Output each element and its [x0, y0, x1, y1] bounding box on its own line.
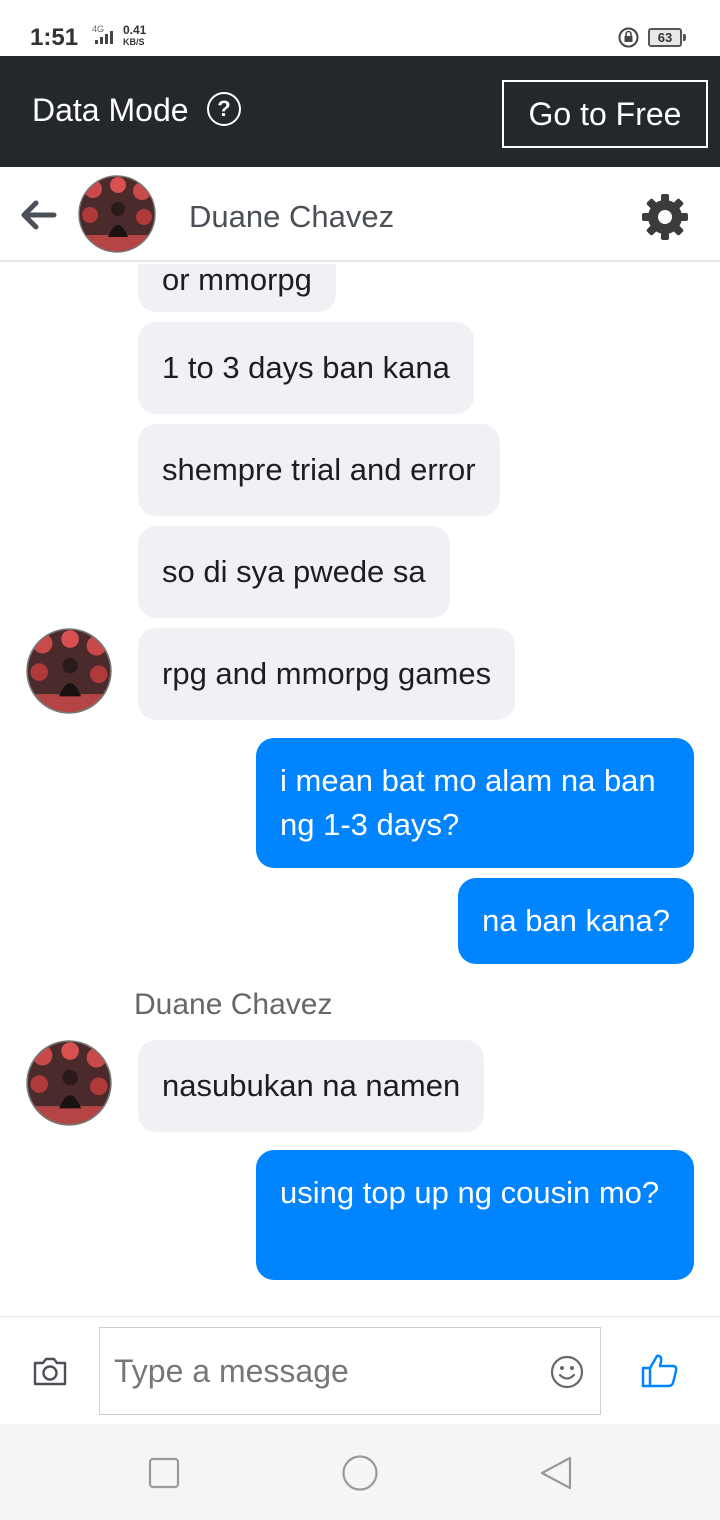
help-icon[interactable]: ?	[207, 92, 241, 126]
message-bubble-outgoing[interactable]: i mean bat mo alam na ban ng 1-3 days?	[256, 738, 694, 868]
message-bubble-incoming[interactable]: 1 to 3 days ban kana	[138, 322, 474, 414]
recent-apps-icon[interactable]	[148, 1457, 180, 1489]
composer	[0, 1316, 720, 1424]
data-mode-title: Data Mode	[32, 92, 189, 128]
back-arrow-icon[interactable]	[18, 197, 58, 233]
message-bubble-incoming[interactable]: or mmorpg	[138, 264, 336, 312]
avatar[interactable]	[26, 1040, 112, 1126]
emoji-icon[interactable]	[550, 1355, 584, 1389]
status-bar: 1:51 4G 0.41 KB/S 63	[0, 0, 720, 56]
speed-value: 0.41	[123, 23, 147, 37]
message-bubble-incoming[interactable]: shempre trial and error	[138, 424, 500, 516]
system-nav-bar	[0, 1424, 720, 1520]
back-icon[interactable]	[538, 1455, 574, 1491]
avatar[interactable]	[26, 628, 112, 714]
speed-unit: KB/S	[123, 37, 145, 47]
camera-icon[interactable]	[32, 1355, 68, 1387]
network-speed: 0.41 KB/S	[123, 24, 146, 48]
avatar[interactable]	[78, 175, 156, 253]
status-time: 1:51	[30, 24, 79, 51]
like-icon[interactable]	[640, 1353, 680, 1389]
battery-icon: 63	[648, 28, 686, 47]
sender-name: Duane Chavez	[134, 988, 333, 1021]
message-bubble-incoming[interactable]: rpg and mmorpg games	[138, 628, 516, 720]
rotation-lock-icon	[618, 27, 639, 48]
go-to-free-button[interactable]: Go to Free	[502, 80, 708, 148]
data-mode-bar: Data Mode ? Go to Free	[0, 56, 720, 167]
message-bubble-outgoing[interactable]: using top up ng cousin mo?	[256, 1150, 694, 1280]
message-bubble-incoming[interactable]: nasubukan na namen	[138, 1040, 485, 1132]
home-icon[interactable]	[341, 1454, 379, 1492]
chat-header: Duane Chavez	[0, 167, 720, 262]
contact-name[interactable]: Duane Chavez	[189, 199, 394, 235]
message-bubble-outgoing[interactable]: na ban kana?	[458, 878, 694, 964]
signal-icon	[95, 31, 113, 44]
message-bubble-incoming[interactable]: so di sya pwede sa	[138, 526, 450, 618]
message-input[interactable]	[99, 1327, 601, 1415]
gear-icon[interactable]	[640, 192, 690, 242]
message-list[interactable]: or mmorpg 1 to 3 days ban kana shempre t…	[0, 264, 720, 1314]
